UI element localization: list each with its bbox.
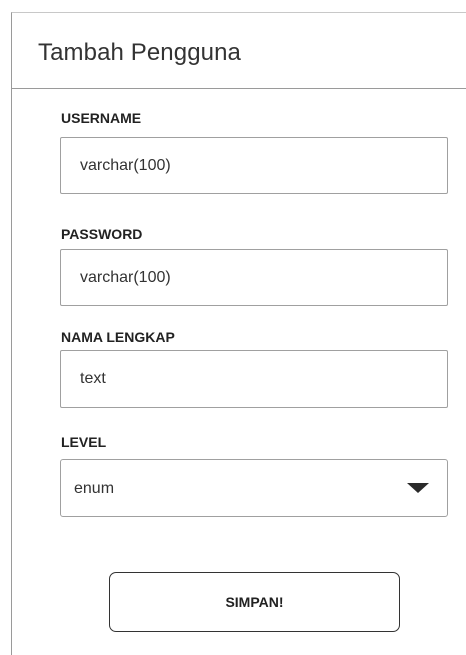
password-label: PASSWORD	[61, 226, 143, 242]
add-user-form: Tambah Pengguna USERNAME PASSWORD NAMA L…	[11, 12, 466, 655]
full-name-field[interactable]	[60, 350, 448, 408]
full-name-label: NAMA LENGKAP	[61, 329, 175, 345]
level-label: LEVEL	[61, 434, 107, 450]
page-title: Tambah Pengguna	[38, 39, 241, 66]
form-header: Tambah Pengguna	[12, 13, 466, 89]
password-field[interactable]	[60, 249, 448, 306]
username-field[interactable]	[60, 137, 448, 194]
chevron-down-icon	[407, 483, 429, 493]
level-select[interactable]: enum	[60, 459, 448, 517]
save-button[interactable]: SIMPAN!	[109, 572, 400, 632]
username-label: USERNAME	[61, 110, 142, 126]
level-selected-value: enum	[74, 480, 115, 497]
